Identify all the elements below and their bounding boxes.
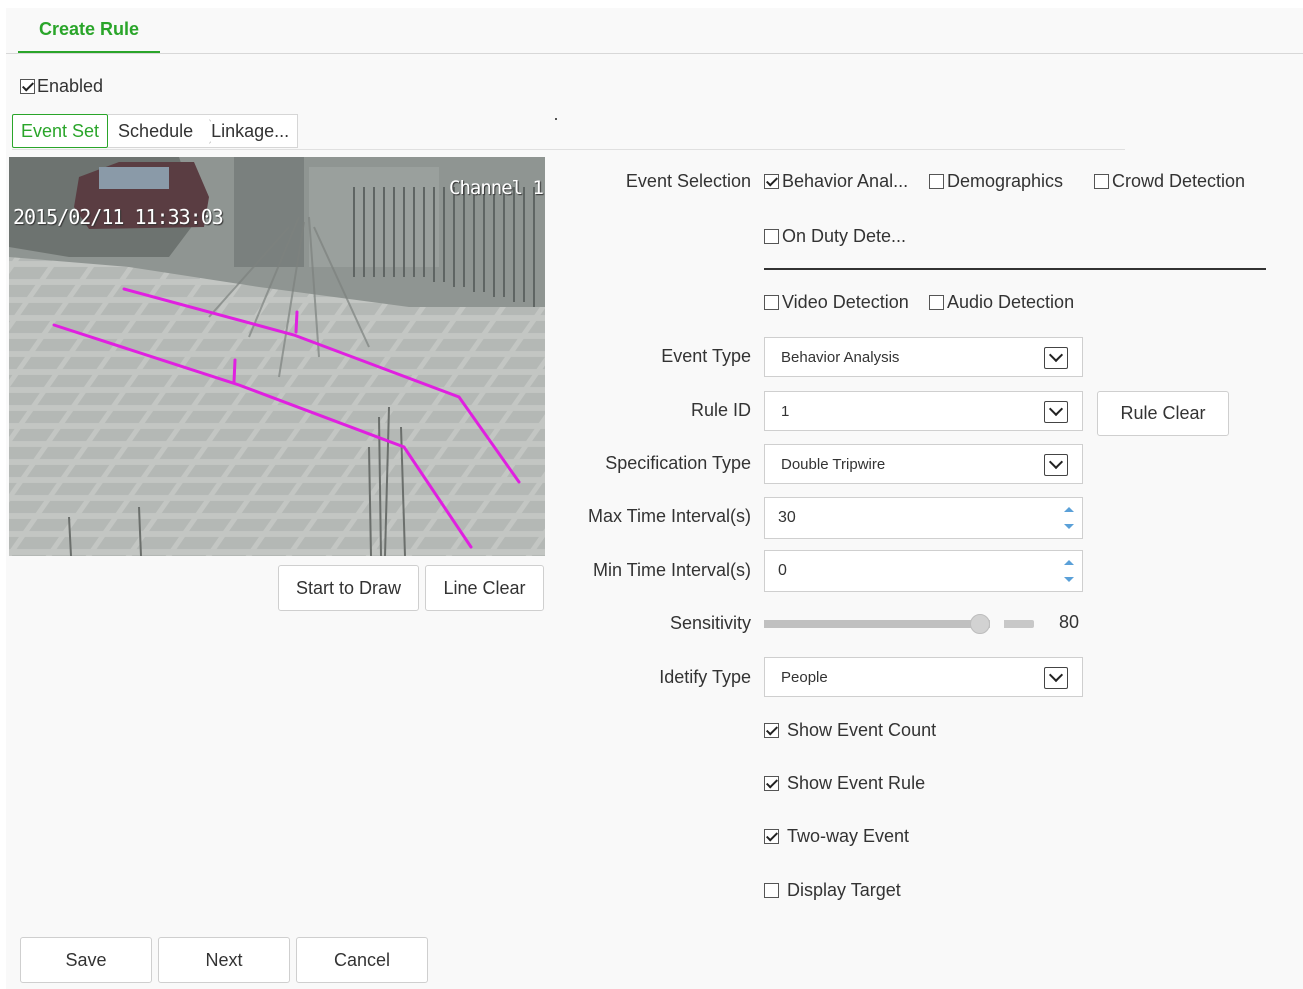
specification-type-label: Specification Type (605, 453, 751, 473)
start-to-draw-button[interactable]: Start to Draw (278, 565, 419, 611)
rule-id-label: Rule ID (690, 400, 751, 420)
sensitivity-label: Sensitivity (669, 613, 751, 633)
max-time-interval-value: 30 (778, 509, 796, 526)
show-event-count-option[interactable]: Show Event Count (764, 720, 936, 741)
demographics-option[interactable]: Demographics (929, 171, 1063, 192)
next-button[interactable]: Next (158, 937, 290, 983)
rule-id-value: 1 (781, 402, 790, 420)
crowd-detection-checkbox[interactable] (1094, 174, 1109, 189)
video-timestamp: 2015/02/11 11:33:03 (13, 205, 224, 229)
display-target-checkbox[interactable] (764, 883, 779, 898)
crowd-detection-label: Crowd Detection (1112, 171, 1246, 191)
rule-id-select[interactable]: 1 (764, 391, 1083, 431)
sensitivity-slider-fill (764, 620, 980, 628)
video-detection-checkbox[interactable] (764, 295, 779, 310)
chevron-down-icon[interactable] (1044, 454, 1068, 476)
two-way-event-checkbox[interactable] (764, 829, 779, 844)
sensitivity-slider-gap (990, 619, 1004, 629)
min-time-interval-value: 0 (778, 562, 787, 579)
step-schedule[interactable]: Schedule (108, 114, 202, 148)
chevron-down-icon[interactable] (1044, 401, 1068, 423)
step-separator (201, 114, 212, 148)
identify-type-value: People (781, 668, 828, 686)
behavior-analysis-option[interactable]: Behavior Anal... (764, 171, 908, 192)
enabled-checkbox[interactable] (20, 79, 35, 94)
crowd-detection-option[interactable]: Crowd Detection (1094, 171, 1245, 192)
event-type-select[interactable]: Behavior Analysis (764, 337, 1083, 377)
video-channel-label: Channel 1 (449, 177, 544, 199)
on-duty-detection-label: On Duty Dete... (782, 226, 907, 246)
show-event-rule-option[interactable]: Show Event Rule (764, 773, 925, 794)
step-tabs: Event Set Schedule Linkage... (12, 114, 299, 150)
spinner-up-icon[interactable] (1064, 560, 1074, 565)
behavior-analysis-label: Behavior Anal... (782, 171, 909, 191)
event-selection-divider (764, 268, 1266, 270)
event-type-label: Event Type (661, 346, 751, 366)
enabled-checkbox-row[interactable]: Enabled (20, 76, 103, 97)
demographics-checkbox[interactable] (929, 174, 944, 189)
min-time-interval-label: Min Time Interval(s) (592, 560, 751, 580)
chevron-down-icon[interactable] (1044, 667, 1068, 689)
min-time-interval-input[interactable]: 0 (764, 550, 1083, 592)
specification-type-select[interactable]: Double Tripwire (764, 444, 1083, 484)
two-way-event-option[interactable]: Two-way Event (764, 826, 909, 847)
steps-divider (12, 149, 1125, 150)
identify-type-label: Idetify Type (659, 667, 751, 687)
on-duty-detection-option[interactable]: On Duty Dete... (764, 226, 906, 247)
tab-create-rule[interactable]: Create Rule (18, 8, 160, 53)
chevron-down-icon[interactable] (1044, 347, 1068, 369)
on-duty-detection-checkbox[interactable] (764, 229, 779, 244)
enabled-label: Enabled (37, 76, 104, 96)
display-target-option[interactable]: Display Target (764, 880, 901, 901)
line-clear-button[interactable]: Line Clear (425, 565, 544, 611)
save-button[interactable]: Save (20, 937, 152, 983)
specification-type-value: Double Tripwire (781, 455, 886, 473)
show-event-count-label: Show Event Count (787, 720, 937, 740)
step-linkage[interactable]: Linkage... (211, 114, 299, 148)
max-time-interval-label: Max Time Interval(s) (587, 506, 751, 526)
step-event-set[interactable]: Event Set (12, 114, 109, 148)
video-detection-option[interactable]: Video Detection (764, 292, 909, 313)
demographics-label: Demographics (947, 171, 1064, 191)
sensitivity-slider[interactable] (764, 614, 1034, 634)
cancel-button[interactable]: Cancel (296, 937, 428, 983)
rule-clear-button[interactable]: Rule Clear (1097, 391, 1229, 436)
identify-type-select[interactable]: People (764, 657, 1083, 697)
spinner-down-icon[interactable] (1064, 577, 1074, 582)
audio-detection-option[interactable]: Audio Detection (929, 292, 1074, 313)
sensitivity-value: 80 (1059, 612, 1080, 632)
two-way-event-label: Two-way Event (787, 826, 910, 846)
show-event-rule-checkbox[interactable] (764, 776, 779, 791)
show-event-count-checkbox[interactable] (764, 723, 779, 738)
stray-dot (555, 118, 557, 120)
sensitivity-slider-thumb[interactable] (970, 614, 990, 634)
spinner-down-icon[interactable] (1064, 524, 1074, 529)
video-preview[interactable]: 2015/02/11 11:33:03 Channel 1 (9, 157, 545, 556)
audio-detection-checkbox[interactable] (929, 295, 944, 310)
event-type-value: Behavior Analysis (781, 348, 900, 366)
event-selection-label: Event Selection (625, 171, 751, 191)
spinner-up-icon[interactable] (1064, 507, 1074, 512)
behavior-analysis-checkbox[interactable] (764, 174, 779, 189)
display-target-label: Display Target (787, 880, 901, 900)
header-divider (6, 53, 1303, 54)
max-time-interval-input[interactable]: 30 (764, 497, 1083, 539)
show-event-rule-label: Show Event Rule (787, 773, 926, 793)
audio-detection-label: Audio Detection (947, 292, 1075, 312)
video-detection-label: Video Detection (782, 292, 909, 312)
